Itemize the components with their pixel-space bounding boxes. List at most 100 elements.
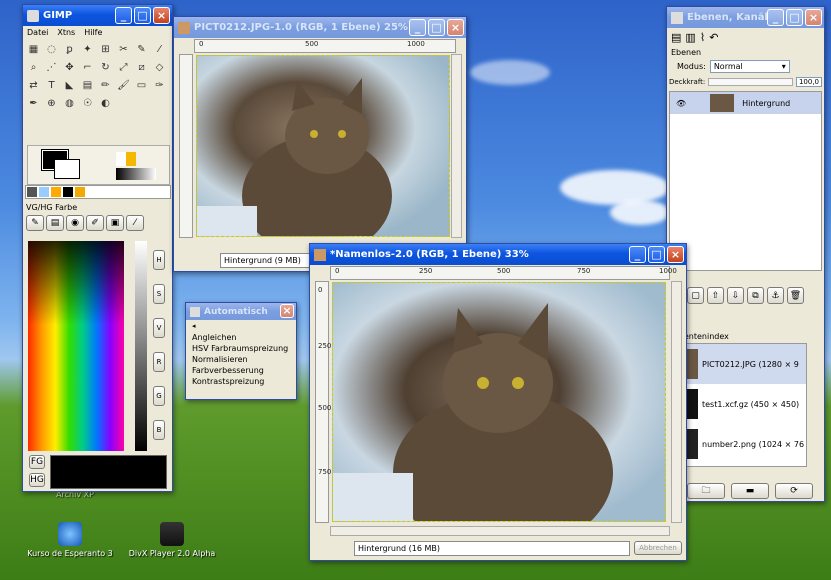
fg-toggle[interactable]: FG: [29, 455, 45, 469]
shear-tool-icon[interactable]: ⧄: [134, 60, 149, 75]
automatisch-titlebar[interactable]: Automatisch ×: [186, 303, 296, 320]
maximize-button[interactable]: □: [428, 19, 445, 36]
raise-layer-button[interactable]: ⇧: [707, 287, 724, 304]
image2-canvas[interactable]: [332, 282, 666, 522]
auto-menu-item[interactable]: Normalisieren: [186, 354, 296, 365]
image1-titlebar[interactable]: PICT0212.JPG-1.0 (RGB, 1 Ebene) 25% _ □ ×: [174, 17, 466, 38]
image1-vscrollbar[interactable]: [451, 54, 462, 238]
mode-select[interactable]: Normal ▾: [709, 60, 790, 73]
rect-select-tool-icon[interactable]: ▦: [26, 42, 41, 57]
gradient-tab-icon[interactable]: [51, 187, 61, 197]
auto-menu-item[interactable]: Angleichen: [186, 332, 296, 343]
channel-r-button[interactable]: R: [153, 352, 165, 372]
pattern-swatch[interactable]: [116, 152, 136, 166]
minimize-button[interactable]: _: [629, 246, 646, 263]
minimize-button[interactable]: _: [767, 9, 784, 26]
automatisch-window[interactable]: Automatisch × ◂ Angleichen HSV Farbraumsp…: [185, 302, 297, 400]
gradient-swatch[interactable]: [116, 168, 156, 180]
document-item[interactable]: PICT0212.JPG (1280 × 9: [670, 344, 806, 384]
layer-row[interactable]: 👁 Hintergrund: [670, 92, 821, 114]
channel-g-button[interactable]: G: [153, 386, 165, 406]
pencil-tool-icon[interactable]: ✏: [98, 78, 113, 93]
convolve-tool-icon[interactable]: ◍: [62, 96, 77, 111]
color-picker-tool-icon[interactable]: ⁄: [152, 42, 167, 57]
tearoff-arrow[interactable]: ◂: [186, 320, 296, 332]
hg-toggle[interactable]: HG: [29, 473, 45, 487]
brush-tab-icon[interactable]: [27, 187, 37, 197]
paths-tool-icon[interactable]: ✎: [134, 42, 149, 57]
open-document-button[interactable]: 🗀: [687, 483, 725, 499]
close-button[interactable]: ×: [153, 7, 170, 24]
move-tool-icon[interactable]: ✥: [62, 60, 77, 75]
ellipse-select-tool-icon[interactable]: ◌: [44, 42, 59, 57]
value-slider[interactable]: [135, 241, 147, 451]
layers-dock-window[interactable]: Ebenen, Kanäl... _ □ × ▤ ▥ ⌇ ↶ Ebenen Modus: …: [666, 6, 825, 502]
undo-tab-icon[interactable]: ↶: [709, 31, 718, 44]
text-tool-icon[interactable]: T: [44, 78, 59, 93]
gimp-toolbox-window[interactable]: GIMP _ □ × Datei Xtns Hilfe ▦ ◌ ꝑ ✦ ⊞ ✂ ✎ ⁄ ⌕ ⋰ ✥ ⌐ ↻ ⤢…: [22, 4, 173, 492]
paths-tab-icon[interactable]: ⌇: [700, 31, 705, 44]
menu-hilfe[interactable]: Hilfe: [84, 28, 102, 38]
cancel-button[interactable]: Abbrechen: [634, 541, 682, 555]
channel-v-button[interactable]: V: [153, 318, 165, 338]
eye-icon[interactable]: 👁: [676, 99, 686, 108]
auto-menu-item[interactable]: Kontrastspreizung: [186, 376, 296, 387]
pattern-tab-icon[interactable]: [39, 187, 49, 197]
color-field[interactable]: [28, 241, 124, 451]
scales-mode-button[interactable]: ▣: [106, 215, 124, 231]
flip-tool-icon[interactable]: ⇄: [26, 78, 41, 93]
image1-canvas[interactable]: [196, 55, 450, 237]
crop-tool-icon[interactable]: ⌐: [80, 60, 95, 75]
remove-document-button[interactable]: ▬: [731, 483, 769, 499]
channel-s-button[interactable]: S: [153, 284, 165, 304]
minimize-button[interactable]: _: [115, 7, 132, 24]
channel-h-button[interactable]: H: [153, 250, 165, 270]
image2-titlebar[interactable]: *Namenlos-2.0 (RGB, 1 Ebene) 33% _ □ ×: [310, 244, 686, 265]
minimize-button[interactable]: _: [409, 19, 426, 36]
close-button[interactable]: ×: [805, 9, 822, 26]
clone-tool-icon[interactable]: ⊕: [44, 96, 59, 111]
close-button[interactable]: ×: [447, 19, 464, 36]
gimp-titlebar[interactable]: GIMP _ □ ×: [23, 5, 172, 26]
gimp-mode-button[interactable]: ✎: [26, 215, 44, 231]
free-select-tool-icon[interactable]: ꝑ: [62, 42, 77, 57]
eraser-tool-icon[interactable]: ▭: [134, 78, 149, 93]
ink-tool-icon[interactable]: ✒: [26, 96, 41, 111]
image-window-2[interactable]: *Namenlos-2.0 (RGB, 1 Ebene) 33% _ □ × 0 2…: [309, 243, 687, 561]
channel-b-button[interactable]: B: [153, 420, 165, 440]
perspective-tool-icon[interactable]: ◇: [152, 60, 167, 75]
auto-menu-item[interactable]: HSV Farbraumspreizung: [186, 343, 296, 354]
bg-color-swatch[interactable]: [54, 159, 80, 179]
layers-tab-icon[interactable]: ▤: [671, 31, 681, 44]
layers-titlebar[interactable]: Ebenen, Kanäl... _ □ ×: [667, 7, 824, 28]
scissors-tool-icon[interactable]: ✂: [116, 42, 131, 57]
fuzzy-select-tool-icon[interactable]: ✦: [80, 42, 95, 57]
auto-menu-item[interactable]: Farbverbesserung: [186, 365, 296, 376]
document-item[interactable]: test1.xcf.gz (450 × 450): [670, 384, 806, 424]
new-layer-button[interactable]: ▢: [687, 287, 704, 304]
image2-vscrollbar[interactable]: [671, 281, 682, 523]
channels-tab-icon[interactable]: ▥: [685, 31, 695, 44]
duplicate-layer-button[interactable]: ⧉: [747, 287, 764, 304]
delete-layer-button[interactable]: 🗑: [787, 287, 804, 304]
paintbrush-tool-icon[interactable]: 🖌: [116, 78, 131, 93]
menu-xtns[interactable]: Xtns: [57, 28, 75, 38]
image-window-1[interactable]: PICT0212.JPG-1.0 (RGB, 1 Ebene) 25% _ □ × …: [173, 16, 467, 272]
cmyk-mode-button[interactable]: ▤: [46, 215, 64, 231]
font-tab-icon[interactable]: [75, 187, 85, 197]
document-item[interactable]: number2.png (1024 × 76: [670, 424, 806, 464]
dodge-burn-tool-icon[interactable]: ◐: [98, 96, 113, 111]
image2-hscrollbar[interactable]: [330, 526, 670, 536]
opacity-input[interactable]: 100,0: [795, 77, 822, 87]
blend-tool-icon[interactable]: ▤: [80, 78, 95, 93]
menu-datei[interactable]: Datei: [27, 28, 48, 38]
bucket-fill-tool-icon[interactable]: ◣: [62, 78, 77, 93]
close-button[interactable]: ×: [667, 246, 684, 263]
water-mode-button[interactable]: ✐: [86, 215, 104, 231]
anchor-layer-button[interactable]: ⚓: [767, 287, 784, 304]
smudge-tool-icon[interactable]: ☉: [80, 96, 95, 111]
scale-tool-icon[interactable]: ⤢: [116, 60, 131, 75]
lower-layer-button[interactable]: ⇩: [727, 287, 744, 304]
palette-tab-icon[interactable]: [63, 187, 73, 197]
close-button[interactable]: ×: [280, 304, 294, 318]
